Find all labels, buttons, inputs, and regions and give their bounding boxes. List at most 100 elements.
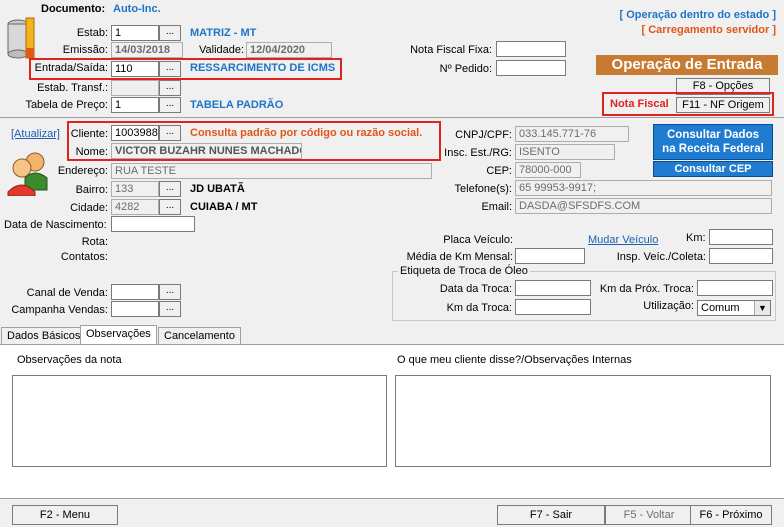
bairro-lookup-button[interactable]: ...: [159, 181, 181, 197]
cidade-lookup-button[interactable]: ...: [159, 199, 181, 215]
f7-sair-button[interactable]: F7 - Sair: [497, 505, 605, 525]
estab-transf-label: Estab. Transf.:: [37, 82, 108, 94]
canal-venda-label: Canal de Venda:: [26, 287, 108, 299]
bairro-input[interactable]: 133: [111, 181, 159, 197]
nf-fixa-label: Nota Fiscal Fixa:: [410, 44, 492, 56]
nome-label: Nome:: [75, 146, 108, 158]
divider-bottom: [0, 498, 784, 499]
media-km-input[interactable]: [515, 248, 585, 264]
canal-venda-lookup-button[interactable]: ...: [159, 284, 181, 300]
validade-input[interactable]: 12/04/2020: [246, 42, 332, 58]
placa-label: Placa Veículo:: [443, 234, 513, 246]
insc-label: Insc. Est./RG:: [444, 147, 512, 159]
cliente-input[interactable]: 10039888: [111, 125, 159, 141]
validade-label: Validade:: [199, 44, 245, 56]
data-troca-input[interactable]: [515, 280, 591, 296]
tab-cancelamento[interactable]: Cancelamento: [158, 327, 241, 345]
nota-fiscal-label: Nota Fiscal: [610, 98, 669, 110]
km-troca-label: Km da Troca:: [446, 302, 512, 314]
campanha-input[interactable]: [111, 301, 159, 317]
estab-lookup-button[interactable]: ...: [159, 25, 181, 41]
emissao-input[interactable]: 14/03/2018: [111, 42, 183, 58]
insc-input[interactable]: ISENTO: [515, 144, 615, 160]
telefone-input[interactable]: 65 99953-9917;: [515, 180, 772, 196]
entrada-saida-label: Entrada/Saída:: [34, 62, 108, 74]
km-troca-input[interactable]: [515, 299, 591, 315]
tabela-preco-lookup-button[interactable]: ...: [159, 97, 181, 113]
nascimento-label: Data de Nascimento:: [4, 219, 107, 231]
email-input[interactable]: DASDA@SFSDFS.COM: [515, 198, 772, 214]
obs-cliente-label: O que meu cliente disse?/Observações Int…: [397, 354, 632, 366]
database-icon: [6, 14, 36, 62]
tabela-preco-input[interactable]: 1: [111, 97, 159, 113]
campanha-label: Campanha Vendas:: [11, 304, 108, 316]
tab-dados-basicos[interactable]: Dados Básicos: [1, 327, 87, 345]
insp-label: Insp. Veíc./Coleta:: [616, 251, 706, 263]
cliente-lookup-button[interactable]: ...: [159, 125, 181, 141]
status-server: [ Carregamento servidor ]: [641, 24, 776, 36]
tab-observacoes[interactable]: Observações: [80, 325, 157, 345]
endereco-input[interactable]: RUA TESTE: [111, 163, 432, 179]
cep-input[interactable]: 78000-000: [515, 162, 581, 178]
operation-title: Operação de Entrada: [596, 55, 778, 75]
mudar-veiculo-link[interactable]: Mudar Veículo: [588, 234, 658, 246]
f11-nf-origem-button[interactable]: F11 - NF Origem: [676, 97, 770, 113]
f5-voltar-button[interactable]: F5 - Voltar: [605, 505, 693, 525]
tabela-preco-label: Tabela de Preço:: [25, 99, 108, 111]
canal-venda-input[interactable]: [111, 284, 159, 300]
emissao-label: Emissão:: [62, 44, 108, 56]
obs-nota-label: Observações da nota: [17, 354, 122, 366]
chevron-down-icon[interactable]: ▼: [754, 301, 770, 315]
consultar-cep-button[interactable]: Consultar CEP: [653, 161, 773, 177]
utilizacao-value: Comum: [701, 302, 740, 314]
bairro-label: Bairro:: [75, 184, 108, 196]
consultar-receita-button[interactable]: Consultar Dados na Receita Federal: [653, 124, 773, 160]
km-input[interactable]: [709, 229, 773, 245]
campanha-lookup-button[interactable]: ...: [159, 301, 181, 317]
email-label: Email:: [481, 201, 512, 213]
data-troca-label: Data da Troca:: [439, 283, 512, 295]
estab-transf-input[interactable]: [111, 80, 159, 96]
cliente-hint: Consulta padrão por código ou razão soci…: [190, 127, 423, 139]
divider-top: [0, 117, 784, 118]
utilizacao-label: Utilização:: [643, 300, 694, 312]
cidade-name: CUIABA / MT: [190, 201, 258, 213]
km-prox-input[interactable]: [697, 280, 773, 296]
atualizar-link[interactable]: [Atualizar]: [11, 128, 60, 140]
documento-value: Auto-Inc.: [113, 3, 161, 15]
insp-input[interactable]: [709, 248, 773, 264]
cidade-label: Cidade:: [70, 202, 108, 214]
f2-menu-button[interactable]: F2 - Menu: [12, 505, 118, 525]
documento-label: Documento:: [41, 3, 106, 15]
media-km-label: Média de Km Mensal:: [406, 251, 513, 263]
nascimento-input[interactable]: [111, 216, 195, 232]
bairro-name: JD UBATÃ: [190, 183, 245, 195]
pedido-label: Nº Pedido:: [439, 63, 492, 75]
cnpj-label: CNPJ/CPF:: [455, 129, 512, 141]
f6-proximo-button[interactable]: F6 - Próximo: [690, 505, 772, 525]
entrada-saida-lookup-button[interactable]: ...: [159, 61, 181, 77]
telefone-label: Telefone(s):: [454, 183, 512, 195]
contatos-label: Contatos:: [60, 251, 108, 263]
cidade-input[interactable]: 4282: [111, 199, 159, 215]
estab-name: MATRIZ - MT: [190, 27, 257, 39]
cliente-label: Cliente:: [70, 128, 108, 140]
entrada-saida-input[interactable]: 110: [111, 61, 159, 77]
nome-input[interactable]: VICTOR BUZAHR NUNES MACHADO: [111, 143, 302, 159]
entrada-saida-name: RESSARCIMENTO DE ICMS: [190, 62, 336, 74]
cnpj-input[interactable]: 033.145.771-76: [515, 126, 629, 142]
tabela-preco-name: TABELA PADRÃO: [190, 99, 284, 111]
cep-label: CEP:: [486, 165, 512, 177]
estab-transf-lookup-button[interactable]: ...: [159, 80, 181, 96]
nf-fixa-input[interactable]: [496, 41, 566, 57]
obs-cliente-textarea[interactable]: [395, 375, 771, 467]
etiqueta-title: Etiqueta de Troca de Óleo: [398, 265, 530, 277]
obs-nota-textarea[interactable]: [12, 375, 387, 467]
pedido-input[interactable]: [496, 60, 566, 76]
endereco-label: Endereço:: [57, 165, 108, 177]
km-label: Km:: [686, 232, 706, 244]
km-prox-label: Km da Próx. Troca:: [599, 283, 694, 295]
rota-label: Rota:: [81, 236, 108, 248]
estab-input[interactable]: 1: [111, 25, 159, 41]
estab-label: Estab:: [76, 27, 108, 39]
